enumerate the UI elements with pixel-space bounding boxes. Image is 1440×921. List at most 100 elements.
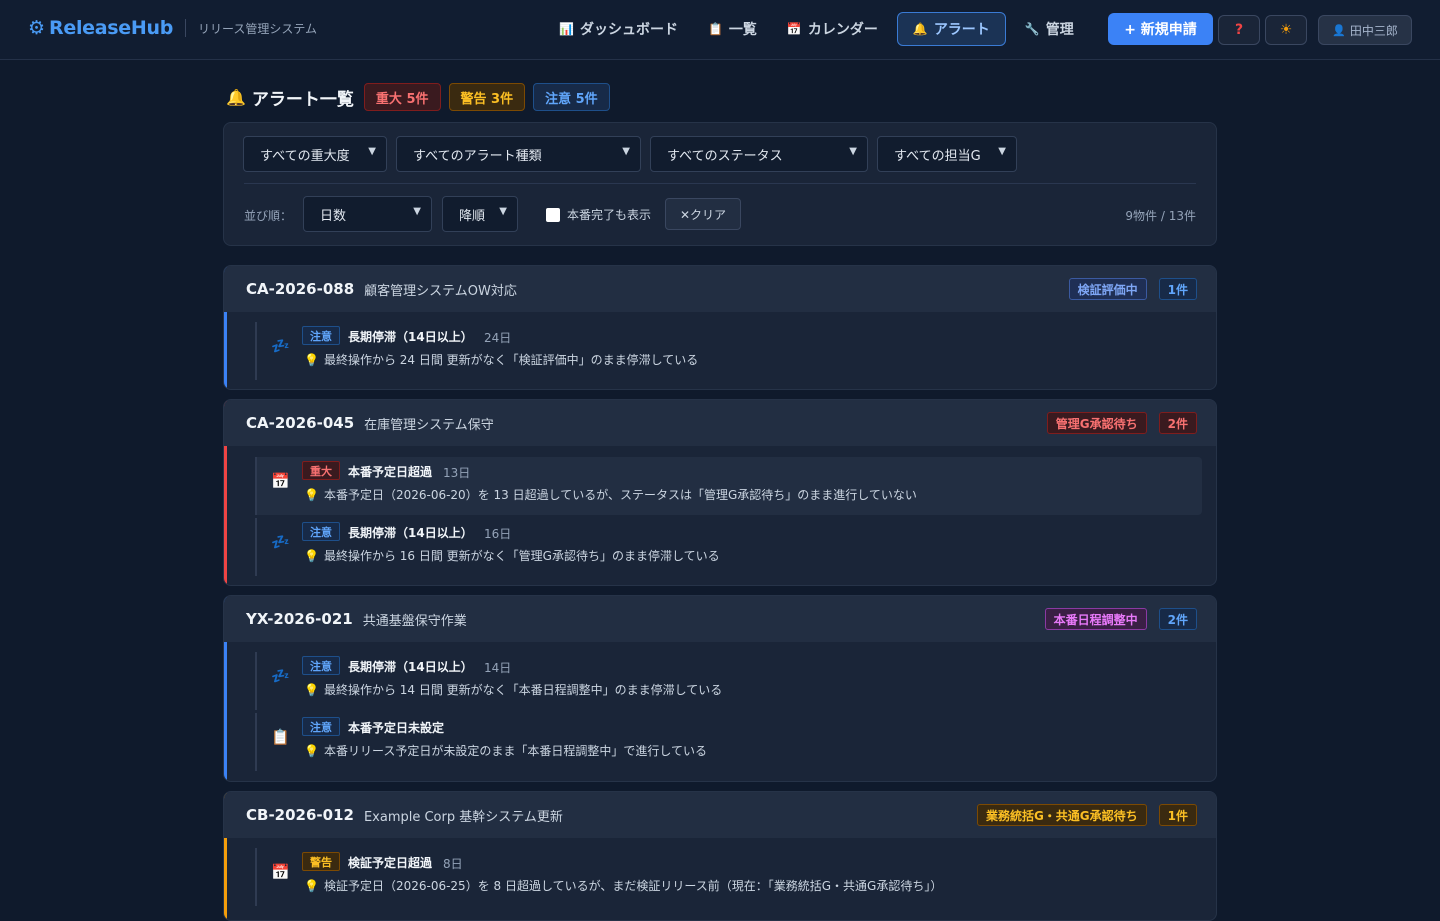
user-menu-button[interactable]: 👤 田中三郎 (1318, 15, 1412, 45)
bell-icon: 🔔 (912, 22, 928, 36)
alert-item: 📋 注意 本番予定日未設定 💡 本番リリース予定日が未設定のまま「本番日程調整中」… (255, 713, 1202, 771)
alert-description: 💡 最終操作から 16 日間 更新がなく「管理G承認待ち」のまま停滞している (304, 547, 720, 564)
zzz-icon: 💤 (271, 337, 290, 355)
alert-item: 💤 注意 長期停滞（14日以上） 24日 💡 最終操作から 24 日間 更新がなく… (255, 322, 1202, 380)
lightbulb-icon: 💡 (304, 488, 319, 502)
status-select-value: すべてのステータス (667, 148, 783, 164)
alert-days: 16日 (484, 527, 512, 541)
nav-calendar[interactable]: 📅 カレンダー (776, 12, 889, 46)
zzz-icon: 💤 (271, 667, 290, 685)
nav-list[interactable]: 📋 一覧 (697, 12, 768, 46)
sort-order-select[interactable]: 降順 ▼ (442, 196, 518, 232)
zzz-icon: 💤 (271, 533, 290, 551)
request-id[interactable]: CA-2026-088 (246, 280, 354, 298)
gear-icon: ⚙ (28, 17, 46, 39)
alert-description: 💡 検証予定日（2026-06-25）を 8 日超過しているが、まだ検証リリース前… (304, 877, 942, 894)
group-select-value: すべての担当G (894, 148, 981, 164)
user-name: 田中三郎 (1349, 23, 1398, 38)
alert-card[interactable]: CA-2026-045 在庫管理システム保守 管理G承認待ち 2件 📅 重大 本… (223, 399, 1217, 586)
top-bar: ⚙ ReleaseHub リリース管理システム 📊 ダッシュボード 📋 一覧 📅… (0, 0, 1440, 60)
severity-select[interactable]: すべての重大度 ▼ (243, 136, 387, 172)
severity-badge: 注意 (302, 326, 340, 345)
alert-card[interactable]: CA-2026-088 顧客管理システムOW対応 検証評価中 1件 💤 注意 長… (223, 265, 1217, 390)
nav-label: アラート (933, 22, 990, 38)
status-badge: 検証評価中 (1068, 278, 1147, 300)
request-name: 在庫管理システム保守 (364, 417, 494, 433)
alert-type-select[interactable]: すべてのアラート種類 ▼ (396, 136, 641, 172)
card-header[interactable]: CA-2026-045 在庫管理システム保守 管理G承認待ち 2件 (224, 400, 1216, 446)
status-badge: 業務統括G・共通G承認待ち (976, 804, 1147, 826)
nav-dashboard[interactable]: 📊 ダッシュボード (548, 12, 689, 46)
nav-alerts[interactable]: 🔔 アラート (896, 12, 1006, 46)
status-badge: 本番日程調整中 (1044, 608, 1147, 630)
calendar-icon: 📅 (271, 472, 290, 490)
severity-select-value: すべての重大度 (260, 148, 350, 164)
result-count: 9物件 / 13件 (1125, 209, 1196, 223)
severity-badge: 注意 (302, 717, 340, 736)
alert-count-badge: 1件 (1158, 278, 1197, 300)
warning-count-badge: 警告 3件 (448, 83, 526, 111)
critical-count-badge: 重大 5件 (363, 83, 441, 111)
alert-days: 13日 (443, 466, 471, 480)
nav-label: 一覧 (728, 22, 757, 38)
question-icon: ? (1234, 22, 1244, 38)
alert-description-text: 検証予定日（2026-06-25）を 8 日超過しているが、まだ検証リリース前（… (323, 879, 943, 893)
chart-icon: 📊 (559, 22, 574, 36)
alert-title: 長期停滞（14日以上） (348, 330, 473, 344)
alert-days: 24日 (484, 331, 512, 345)
brand-divider (185, 19, 187, 37)
help-button[interactable]: ? (1218, 15, 1260, 45)
card-header[interactable]: CB-2026-012 Example Corp 基幹システム更新 業務統括G・… (224, 792, 1216, 838)
nav-admin[interactable]: 🔧 管理 (1014, 12, 1085, 46)
brand[interactable]: ⚙ ReleaseHub リリース管理システム (28, 17, 317, 39)
filter-panel: すべての重大度 ▼ すべてのアラート種類 ▼ すべてのステータス ▼ すべての担… (223, 122, 1217, 246)
request-id[interactable]: CA-2026-045 (246, 414, 354, 432)
alert-description-text: 最終操作から 16 日間 更新がなく「管理G承認待ち」のまま停滞している (323, 549, 720, 563)
bell-icon: 🔔 (226, 87, 246, 107)
sort-field-select[interactable]: 日数 ▼ (303, 196, 432, 232)
calendar-icon: 📅 (271, 863, 290, 881)
theme-toggle-button[interactable]: ☀ (1265, 15, 1307, 45)
sort-order-value: 降順 (459, 208, 486, 224)
alert-description: 💡 最終操作から 14 日間 更新がなく「本番日程調整中」のまま停滞している (304, 681, 722, 698)
request-name: Example Corp 基幹システム更新 (363, 809, 563, 825)
alert-count-badge: 2件 (1158, 412, 1197, 434)
group-select[interactable]: すべての担当G ▼ (877, 136, 1017, 172)
alert-days: 14日 (484, 661, 512, 675)
card-header[interactable]: CA-2026-088 顧客管理システムOW対応 検証評価中 1件 (224, 266, 1216, 312)
request-name: 顧客管理システムOW対応 (364, 283, 517, 299)
alert-item: 💤 注意 長期停滞（14日以上） 14日 💡 最終操作から 14 日間 更新がなく… (255, 652, 1202, 710)
list-icon: 📋 (707, 22, 723, 36)
alert-count-badge: 1件 (1158, 804, 1197, 826)
show-completed-checkbox[interactable] (546, 207, 560, 222)
alert-description-text: 本番リリース予定日が未設定のまま「本番日程調整中」で進行している (323, 744, 707, 758)
status-select[interactable]: すべてのステータス ▼ (650, 136, 868, 172)
lightbulb-icon: 💡 (304, 353, 319, 367)
severity-badge: 警告 (302, 852, 340, 871)
alert-title: 本番予定日超過 (348, 465, 433, 479)
alert-description-text: 本番予定日（2026-06-20）を 13 日超過しているが、ステータスは「管理… (323, 488, 917, 502)
new-request-button[interactable]: + 新規申請 (1108, 13, 1213, 45)
brand-name: ReleaseHub (49, 17, 174, 39)
alert-title: 検証予定日超過 (348, 856, 433, 870)
alert-title: 長期停滞（14日以上） (348, 660, 473, 674)
nav-label: カレンダー (807, 22, 878, 38)
brand-subtitle: リリース管理システム (198, 21, 318, 36)
alert-card[interactable]: CB-2026-012 Example Corp 基幹システム更新 業務統括G・… (223, 791, 1217, 921)
alert-description-text: 最終操作から 24 日間 更新がなく「検証評価中」のまま停滞している (323, 353, 699, 367)
request-name: 共通基盤保守作業 (362, 613, 467, 629)
alert-description-text: 最終操作から 14 日間 更新がなく「本番日程調整中」のまま停滞している (323, 683, 723, 697)
show-completed-label: 本番完了も表示 (567, 208, 652, 222)
alert-item: 📅 警告 検証予定日超過 8日 💡 検証予定日（2026-06-25）を 8 日超… (255, 848, 1202, 906)
show-completed-toggle[interactable]: 本番完了も表示 (546, 206, 651, 223)
card-header[interactable]: YX-2026-021 共通基盤保守作業 本番日程調整中 2件 (224, 596, 1216, 642)
sort-label: 並び順： (244, 209, 293, 223)
chevron-down-icon: ▼ (622, 146, 630, 157)
alert-card[interactable]: YX-2026-021 共通基盤保守作業 本番日程調整中 2件 💤 注意 長期停… (223, 595, 1217, 782)
request-id[interactable]: CB-2026-012 (246, 806, 354, 824)
user-icon: 👤 (1332, 23, 1346, 37)
request-id[interactable]: YX-2026-021 (246, 610, 353, 628)
clear-filters-button[interactable]: ✕クリア (665, 198, 741, 230)
alert-count-badge: 2件 (1158, 608, 1197, 630)
calendar-icon: 📅 (786, 22, 802, 36)
